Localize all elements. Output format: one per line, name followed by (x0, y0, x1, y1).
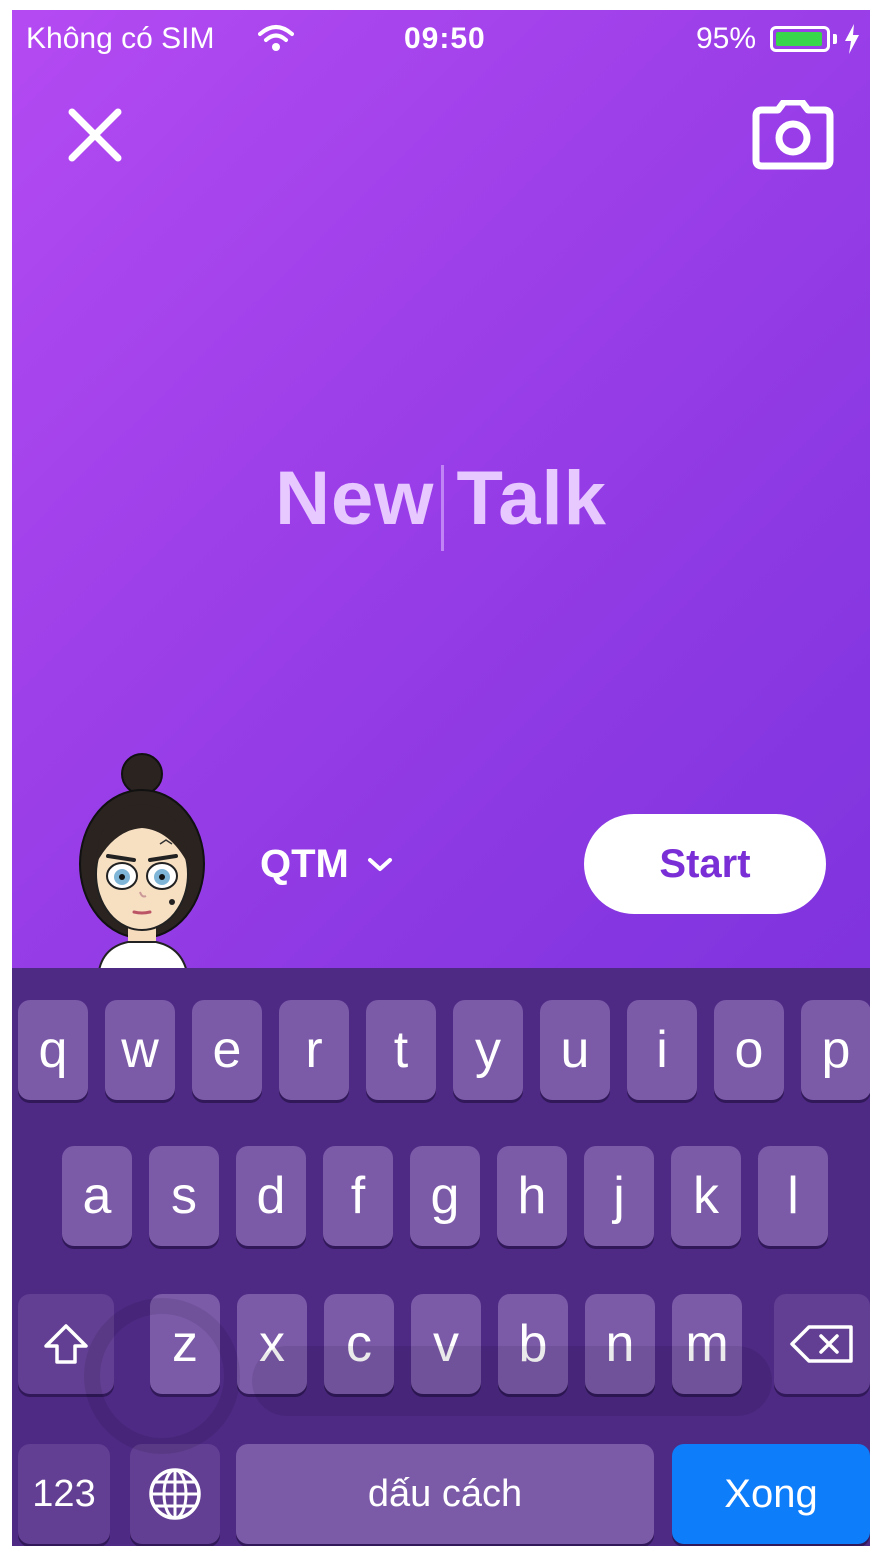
shift-key[interactable] (18, 1294, 114, 1394)
status-bar: Không có SIM 09:50 95% (12, 10, 870, 70)
key-h[interactable]: h (497, 1146, 567, 1246)
battery-cap (833, 34, 837, 44)
key-j[interactable]: j (584, 1146, 654, 1246)
carrier-label: Không có SIM (26, 22, 215, 55)
space-key[interactable]: dấu cách (236, 1444, 654, 1544)
key-y[interactable]: y (453, 1000, 523, 1100)
key-f[interactable]: f (323, 1146, 393, 1246)
key-w[interactable]: w (105, 1000, 175, 1100)
key-x[interactable]: x (237, 1294, 307, 1394)
battery-fill (776, 32, 822, 46)
close-icon[interactable] (60, 100, 130, 170)
charging-icon (845, 24, 859, 54)
key-g[interactable]: g (410, 1146, 480, 1246)
key-p[interactable]: p (801, 1000, 870, 1100)
key-d[interactable]: d (236, 1146, 306, 1246)
key-v[interactable]: v (411, 1294, 481, 1394)
key-o[interactable]: o (714, 1000, 784, 1100)
account-switcher[interactable]: QTM (260, 842, 393, 887)
camera-icon[interactable] (752, 100, 834, 170)
numbers-key[interactable]: 123 (18, 1444, 110, 1544)
key-s[interactable]: s (149, 1146, 219, 1246)
key-u[interactable]: u (540, 1000, 610, 1100)
text-caret (441, 465, 444, 551)
wifi-icon (258, 25, 294, 51)
chevron-down-icon (367, 857, 392, 871)
keyboard: qwertyuiop asdfghjkl zxcvbnm 123 dấu các… (12, 968, 870, 1546)
key-c[interactable]: c (324, 1294, 394, 1394)
globe-icon (149, 1468, 201, 1520)
avatar[interactable] (70, 752, 220, 978)
phone-screen: Không có SIM 09:50 95% New Talk QTM Star… (12, 10, 870, 1546)
key-t[interactable]: t (366, 1000, 436, 1100)
key-q[interactable]: q (18, 1000, 88, 1100)
account-name: QTM (260, 842, 349, 886)
globe-key[interactable] (130, 1444, 220, 1544)
delete-icon (790, 1325, 853, 1363)
key-b[interactable]: b (498, 1294, 568, 1394)
key-m[interactable]: m (672, 1294, 742, 1394)
key-r[interactable]: r (279, 1000, 349, 1100)
start-button[interactable]: Start (584, 814, 826, 914)
key-e[interactable]: e (192, 1000, 262, 1100)
clock: 09:50 (404, 22, 486, 55)
key-z[interactable]: z (150, 1294, 220, 1394)
delete-key[interactable] (774, 1294, 870, 1394)
done-key[interactable]: Xong (672, 1444, 870, 1544)
key-a[interactable]: a (62, 1146, 132, 1246)
key-n[interactable]: n (585, 1294, 655, 1394)
key-k[interactable]: k (671, 1146, 741, 1246)
key-i[interactable]: i (627, 1000, 697, 1100)
battery-icon (770, 26, 830, 52)
shift-icon (44, 1324, 88, 1364)
battery-percent: 95% (696, 22, 757, 55)
key-l[interactable]: l (758, 1146, 828, 1246)
